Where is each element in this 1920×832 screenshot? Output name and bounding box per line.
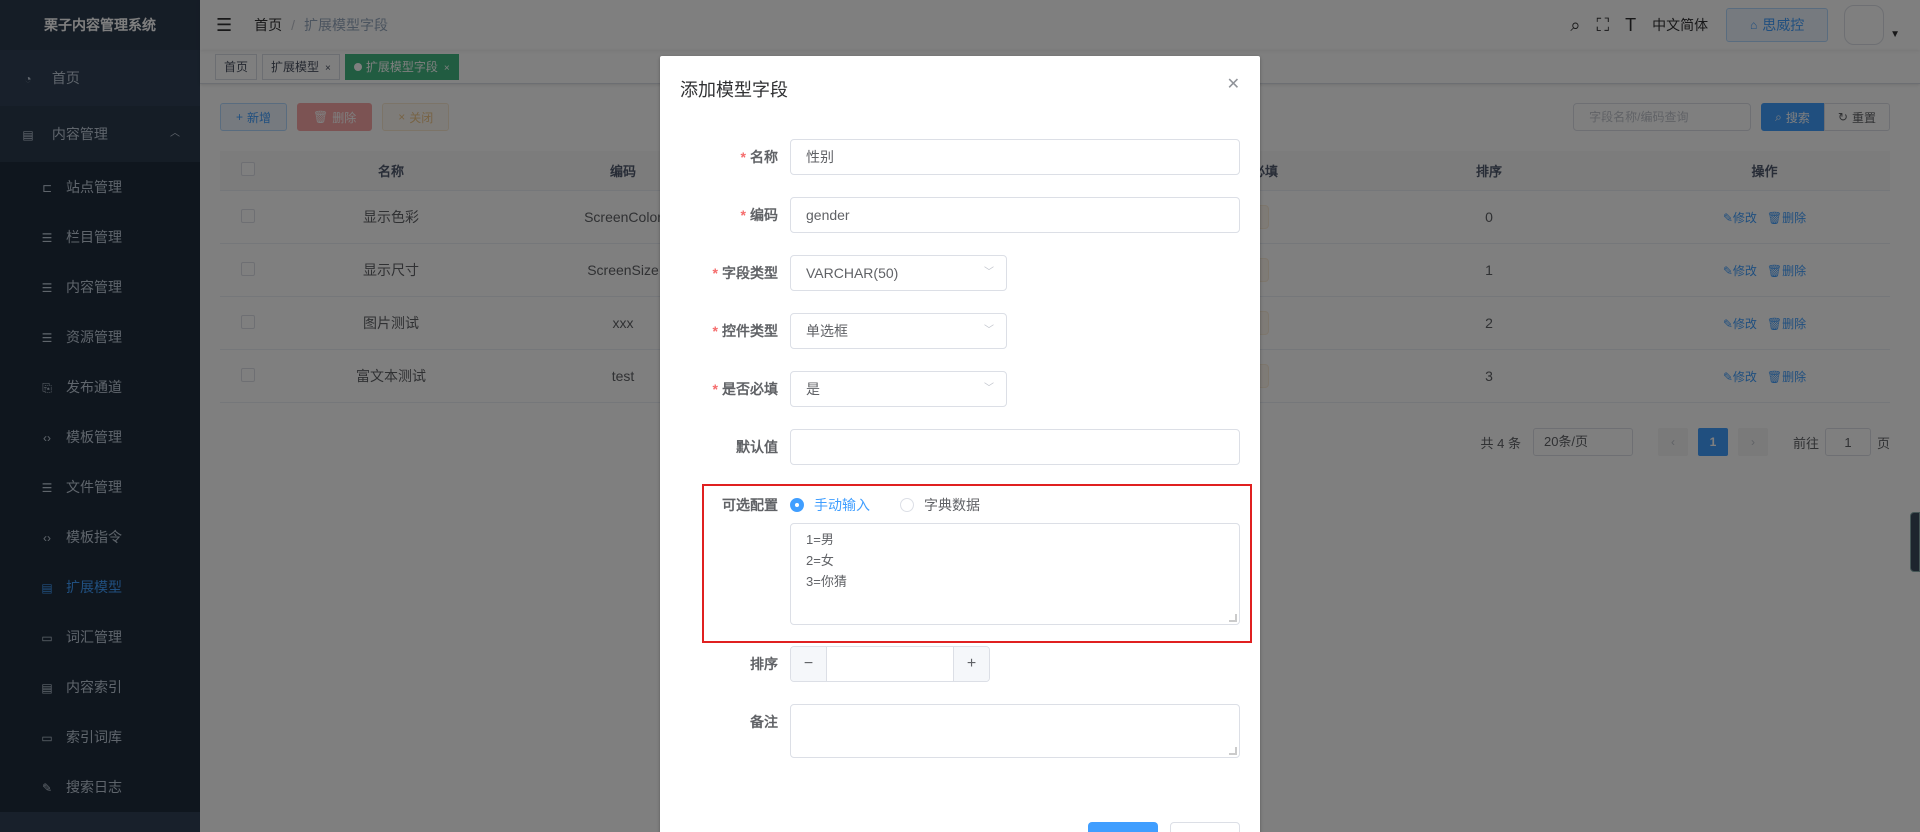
increment-button[interactable]: + (953, 647, 989, 681)
required-mark: * (712, 381, 718, 397)
control-type-select[interactable]: 单选框 ﹀ (790, 313, 1007, 349)
default-value-input[interactable] (790, 429, 1240, 465)
chevron-down-icon: ﹀ (984, 325, 994, 336)
radio-dict-data[interactable]: 字典数据 (900, 495, 980, 515)
resize-handle-icon[interactable] (1229, 747, 1237, 755)
form-row-sort: 排序 − + (660, 646, 1260, 682)
required-label: * 是否必填 (660, 371, 790, 407)
name-label: * 名称 (660, 139, 790, 175)
minus-icon: − (803, 655, 814, 672)
sort-stepper: − + (790, 646, 990, 682)
required-mark: * (712, 323, 718, 339)
form-row-field-type: * 字段类型 VARCHAR(50) ﹀ (660, 255, 1260, 291)
select-value: VARCHAR(50) (806, 265, 899, 281)
select-value: 是 (806, 381, 820, 397)
options-control: 手动输入 字典数据 1=男 2=女 3=你猜 (790, 487, 1240, 625)
confirm-button[interactable] (1088, 822, 1158, 832)
dialog-title: 添加模型字段 (680, 80, 788, 100)
required-mark: * (740, 149, 746, 165)
code-label: * 编码 (660, 197, 790, 233)
field-type-label: * 字段类型 (660, 255, 790, 291)
radio-label: 字典数据 (924, 497, 980, 513)
options-line: 3=你猜 (806, 574, 847, 589)
sort-input[interactable] (827, 647, 953, 681)
chevron-down-icon: ﹀ (984, 267, 994, 278)
radio-manual-input[interactable]: 手动输入 (790, 495, 870, 515)
form-row-code: * 编码 gender (660, 197, 1260, 233)
options-line: 1=男 (806, 532, 834, 547)
resize-handle-icon[interactable] (1229, 614, 1237, 622)
plus-icon: + (966, 655, 977, 672)
field-type-select[interactable]: VARCHAR(50) ﹀ (790, 255, 1007, 291)
select-value: 单选框 (806, 323, 848, 339)
options-label: 可选配置 (722, 497, 778, 513)
dialog-footer (1076, 822, 1240, 832)
options-line: 2=女 (806, 553, 834, 568)
sort-label: 排序 (750, 656, 778, 672)
form-row-default: 默认值 (660, 429, 1260, 465)
options-radio-group: 手动输入 字典数据 (790, 487, 1240, 523)
required-select[interactable]: 是 ﹀ (790, 371, 1007, 407)
add-field-dialog: 添加模型字段 ✕ * 名称 性别 * 编码 gender * 字段类型 VARCHAR… (660, 56, 1260, 832)
radio-unchecked-icon (900, 498, 914, 512)
label-text: 编码 (750, 207, 778, 223)
form-row-control-type: * 控件类型 单选框 ﹀ (660, 313, 1260, 349)
chevron-down-icon: ﹀ (984, 383, 994, 394)
name-input[interactable]: 性别 (790, 139, 1240, 175)
cancel-button[interactable] (1170, 822, 1240, 832)
label-text: 字段类型 (722, 265, 778, 281)
remark-label: 备注 (750, 714, 778, 730)
default-label: 默认值 (736, 439, 778, 455)
form-row-remark: 备注 (660, 704, 1260, 758)
label-text: 是否必填 (722, 381, 778, 397)
form-row-name: * 名称 性别 (660, 139, 1260, 175)
radio-label: 手动输入 (814, 497, 870, 513)
required-mark: * (712, 265, 718, 281)
options-textarea[interactable]: 1=男 2=女 3=你猜 (790, 523, 1240, 625)
close-icon[interactable]: ✕ (1227, 74, 1240, 94)
label-text: 控件类型 (722, 323, 778, 339)
label-text: 名称 (750, 149, 778, 165)
decrement-button[interactable]: − (791, 647, 827, 681)
form-row-required: * 是否必填 是 ﹀ (660, 371, 1260, 407)
control-type-label: * 控件类型 (660, 313, 790, 349)
code-input[interactable]: gender (790, 197, 1240, 233)
remark-textarea[interactable] (790, 704, 1240, 758)
form-row-options: 可选配置 手动输入 字典数据 1=男 2=女 3=你猜 (660, 487, 1260, 625)
required-mark: * (740, 207, 746, 223)
radio-checked-icon (790, 498, 804, 512)
